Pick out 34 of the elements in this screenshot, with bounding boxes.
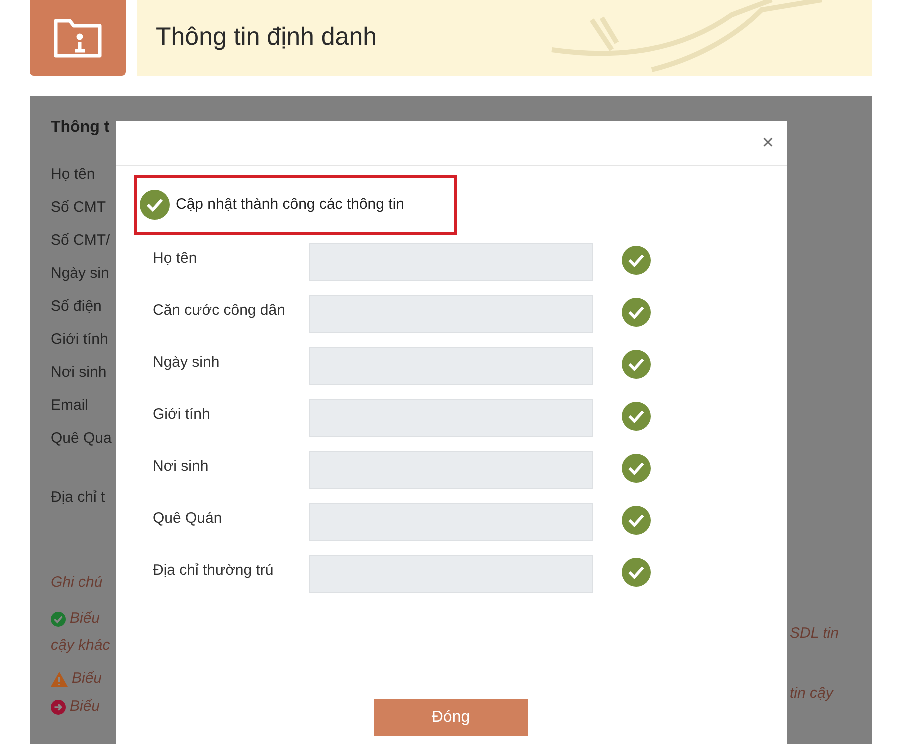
close-dialog-button[interactable]: Đóng [374, 699, 528, 736]
field-label: Số điện [51, 297, 103, 317]
field-label: Quê Quán [153, 509, 224, 529]
field-label: Số CMT/ [51, 231, 112, 251]
legend-text: SDL tin [790, 624, 839, 644]
field-label: Nơi sinh [51, 363, 108, 383]
field-label: Họ tên [153, 249, 198, 269]
section-heading: Thông t [51, 118, 111, 138]
field-label: Quê Qua [51, 429, 113, 449]
close-button[interactable]: × [762, 133, 774, 153]
legend-text: Biểu [70, 696, 100, 717]
field-label: Ngày sinh [153, 353, 221, 373]
field-label: Căn cước công dân [153, 301, 286, 321]
check-circle-icon [140, 190, 170, 220]
field-label: Họ tên [51, 165, 96, 185]
field-label: Số CMT [51, 198, 108, 218]
arrow-circle-icon [51, 700, 66, 714]
legend-text: tin cậy [790, 684, 834, 704]
legend-text: Biểu [70, 608, 100, 629]
folder-info-icon [53, 17, 103, 59]
field-label: Giới tính [153, 405, 212, 425]
field-label: Giới tính [51, 330, 110, 350]
field-label: Địa chỉ t [51, 488, 106, 508]
check-circle-icon [51, 612, 66, 626]
warning-icon [51, 672, 68, 686]
note-heading: Ghi chú [51, 573, 104, 593]
page-title: Thông tin định danh [156, 22, 378, 54]
legend-text: cậy khác [51, 636, 112, 656]
field-label: Ngày sin [51, 264, 110, 284]
field-label: Địa chỉ thường trú [153, 561, 275, 581]
field-label: Nơi sinh [153, 457, 210, 477]
success-message: Cập nhật thành công các thông tin [176, 194, 405, 215]
field-label: Email [51, 396, 90, 416]
legend-text: Biểu [72, 668, 102, 689]
